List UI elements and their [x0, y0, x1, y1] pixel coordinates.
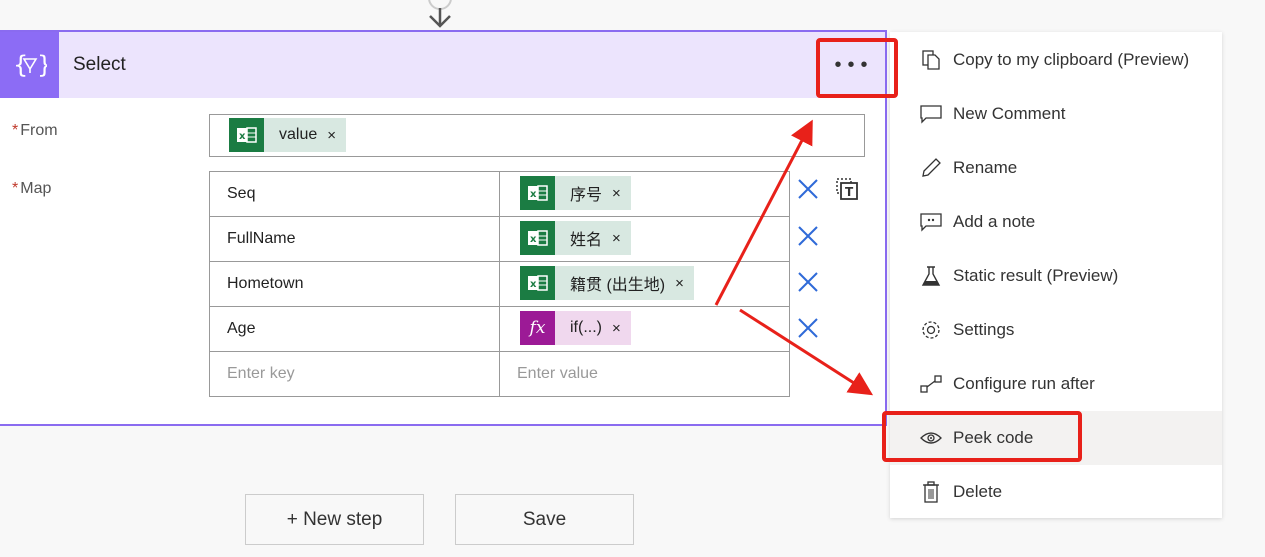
menu-item-label: Settings [953, 320, 1015, 339]
select-action-card: { } Select ••• *From x value× *Map Seq [0, 30, 887, 426]
flow-connector-arrow-icon [428, 0, 452, 28]
token-label: 姓名 [570, 232, 603, 249]
map-label: * Map [12, 180, 51, 198]
menu-item-label: New Comment [953, 104, 1066, 123]
card-title[interactable]: Select [73, 54, 126, 76]
dynamic-content-token[interactable]: x 籍贯 (出生地) × [520, 266, 694, 300]
dynamic-content-token[interactable]: x 序号 × [520, 176, 631, 210]
dynamic-content-token[interactable]: x value × [229, 118, 347, 152]
menu-item-rename[interactable]: Rename [890, 141, 1222, 195]
trash-icon [918, 479, 944, 505]
menu-item-label: Static result (Preview) [953, 266, 1119, 285]
required-marker: * [12, 180, 19, 197]
action-context-menu: Copy to my clipboard (Preview) New Comme… [890, 32, 1222, 518]
menu-item-peek-code[interactable]: Peek code [890, 411, 1222, 465]
more-options-button[interactable]: ••• [826, 48, 882, 82]
excel-icon: x [229, 118, 264, 152]
note-icon [918, 209, 944, 235]
delete-row-x-icon[interactable] [797, 178, 819, 200]
gear-icon [918, 317, 944, 343]
token-label: value [279, 126, 318, 143]
eye-icon [918, 425, 944, 451]
map-key-placeholder-input[interactable]: Enter key [209, 351, 500, 397]
token-label: 籍贯 (出生地) [570, 277, 666, 294]
menu-item-settings[interactable]: Settings [890, 303, 1222, 357]
excel-icon: x [520, 176, 555, 210]
card-header[interactable]: { } Select ••• [0, 32, 885, 98]
pencil-icon [918, 155, 944, 181]
menu-item-label: Delete [953, 482, 1003, 501]
map-key-input[interactable]: FullName [209, 216, 500, 262]
run-after-icon [918, 371, 944, 397]
map-row: Hometown x 籍贯 (出生地) × [209, 261, 790, 307]
switch-to-text-mode-icon[interactable]: T [835, 177, 859, 201]
map-value-input[interactable]: fx if(...) × [499, 306, 790, 352]
dynamic-content-token[interactable]: x 姓名 × [520, 221, 631, 255]
function-fx-icon: fx [520, 311, 555, 345]
delete-row-x-icon[interactable] [797, 225, 819, 247]
menu-item-static-result[interactable]: Static result (Preview) [890, 249, 1222, 303]
menu-item-label: Peek code [953, 428, 1034, 447]
menu-item-add-note[interactable]: Add a note [890, 195, 1222, 249]
svg-text:x: x [530, 189, 537, 200]
menu-item-configure-run-after[interactable]: Configure run after [890, 357, 1222, 411]
excel-icon: x [520, 266, 555, 300]
map-value-input[interactable]: x 籍贯 (出生地) × [499, 261, 790, 307]
map-label-text: Map [20, 180, 52, 197]
comment-icon [918, 101, 944, 127]
select-filter-braces-icon: { } [0, 32, 59, 98]
svg-text:{: { [13, 51, 28, 79]
expression-token[interactable]: fx if(...) × [520, 311, 631, 345]
menu-item-new-comment[interactable]: New Comment [890, 87, 1222, 141]
copy-icon [918, 47, 944, 73]
map-row: Seq x 序号 × [209, 171, 790, 217]
token-label: 序号 [570, 187, 603, 204]
map-key-input[interactable]: Seq [209, 171, 500, 217]
map-value-input[interactable]: x 姓名 × [499, 216, 790, 262]
map-row: Age fx if(...) × [209, 306, 790, 352]
new-step-button[interactable]: + New step [245, 494, 424, 545]
excel-icon: x [520, 221, 555, 255]
delete-row-x-icon[interactable] [797, 317, 819, 339]
required-marker: * [12, 122, 19, 139]
remove-token-button[interactable]: × [612, 185, 621, 202]
from-input[interactable]: x value × [209, 114, 865, 157]
svg-text:T: T [845, 185, 854, 199]
delete-row-x-icon[interactable] [797, 271, 819, 293]
menu-item-label: Rename [953, 158, 1018, 177]
flask-icon [918, 263, 944, 289]
svg-text:}: } [37, 51, 47, 79]
menu-item-label: Copy to my clipboard (Preview) [953, 50, 1190, 69]
menu-item-label: Add a note [953, 212, 1036, 231]
remove-token-button[interactable]: × [612, 320, 621, 337]
map-table: Seq x 序号 × FullName x 姓名 × Hometown x 籍贯… [209, 171, 790, 397]
menu-item-label: Configure run after [953, 374, 1095, 393]
map-row: FullName x 姓名 × [209, 216, 790, 262]
map-value-input[interactable]: x 序号 × [499, 171, 790, 217]
svg-text:x: x [239, 131, 246, 142]
map-key-input[interactable]: Age [209, 306, 500, 352]
save-button[interactable]: Save [455, 494, 634, 545]
token-label: if(...) [570, 319, 602, 336]
from-label: * From [12, 122, 58, 140]
svg-text:x: x [530, 279, 537, 290]
remove-token-button[interactable]: × [327, 127, 336, 144]
from-label-text: From [20, 122, 58, 139]
remove-token-button[interactable]: × [612, 230, 621, 247]
map-key-input[interactable]: Hometown [209, 261, 500, 307]
menu-item-copy-to-clipboard[interactable]: Copy to my clipboard (Preview) [890, 33, 1222, 87]
map-value-placeholder-input[interactable]: Enter value [499, 351, 790, 397]
menu-item-delete[interactable]: Delete [890, 465, 1222, 519]
map-row-empty: Enter key Enter value [209, 351, 790, 397]
remove-token-button[interactable]: × [675, 275, 684, 292]
ellipsis-icon: ••• [834, 53, 874, 76]
svg-text:x: x [530, 234, 537, 245]
